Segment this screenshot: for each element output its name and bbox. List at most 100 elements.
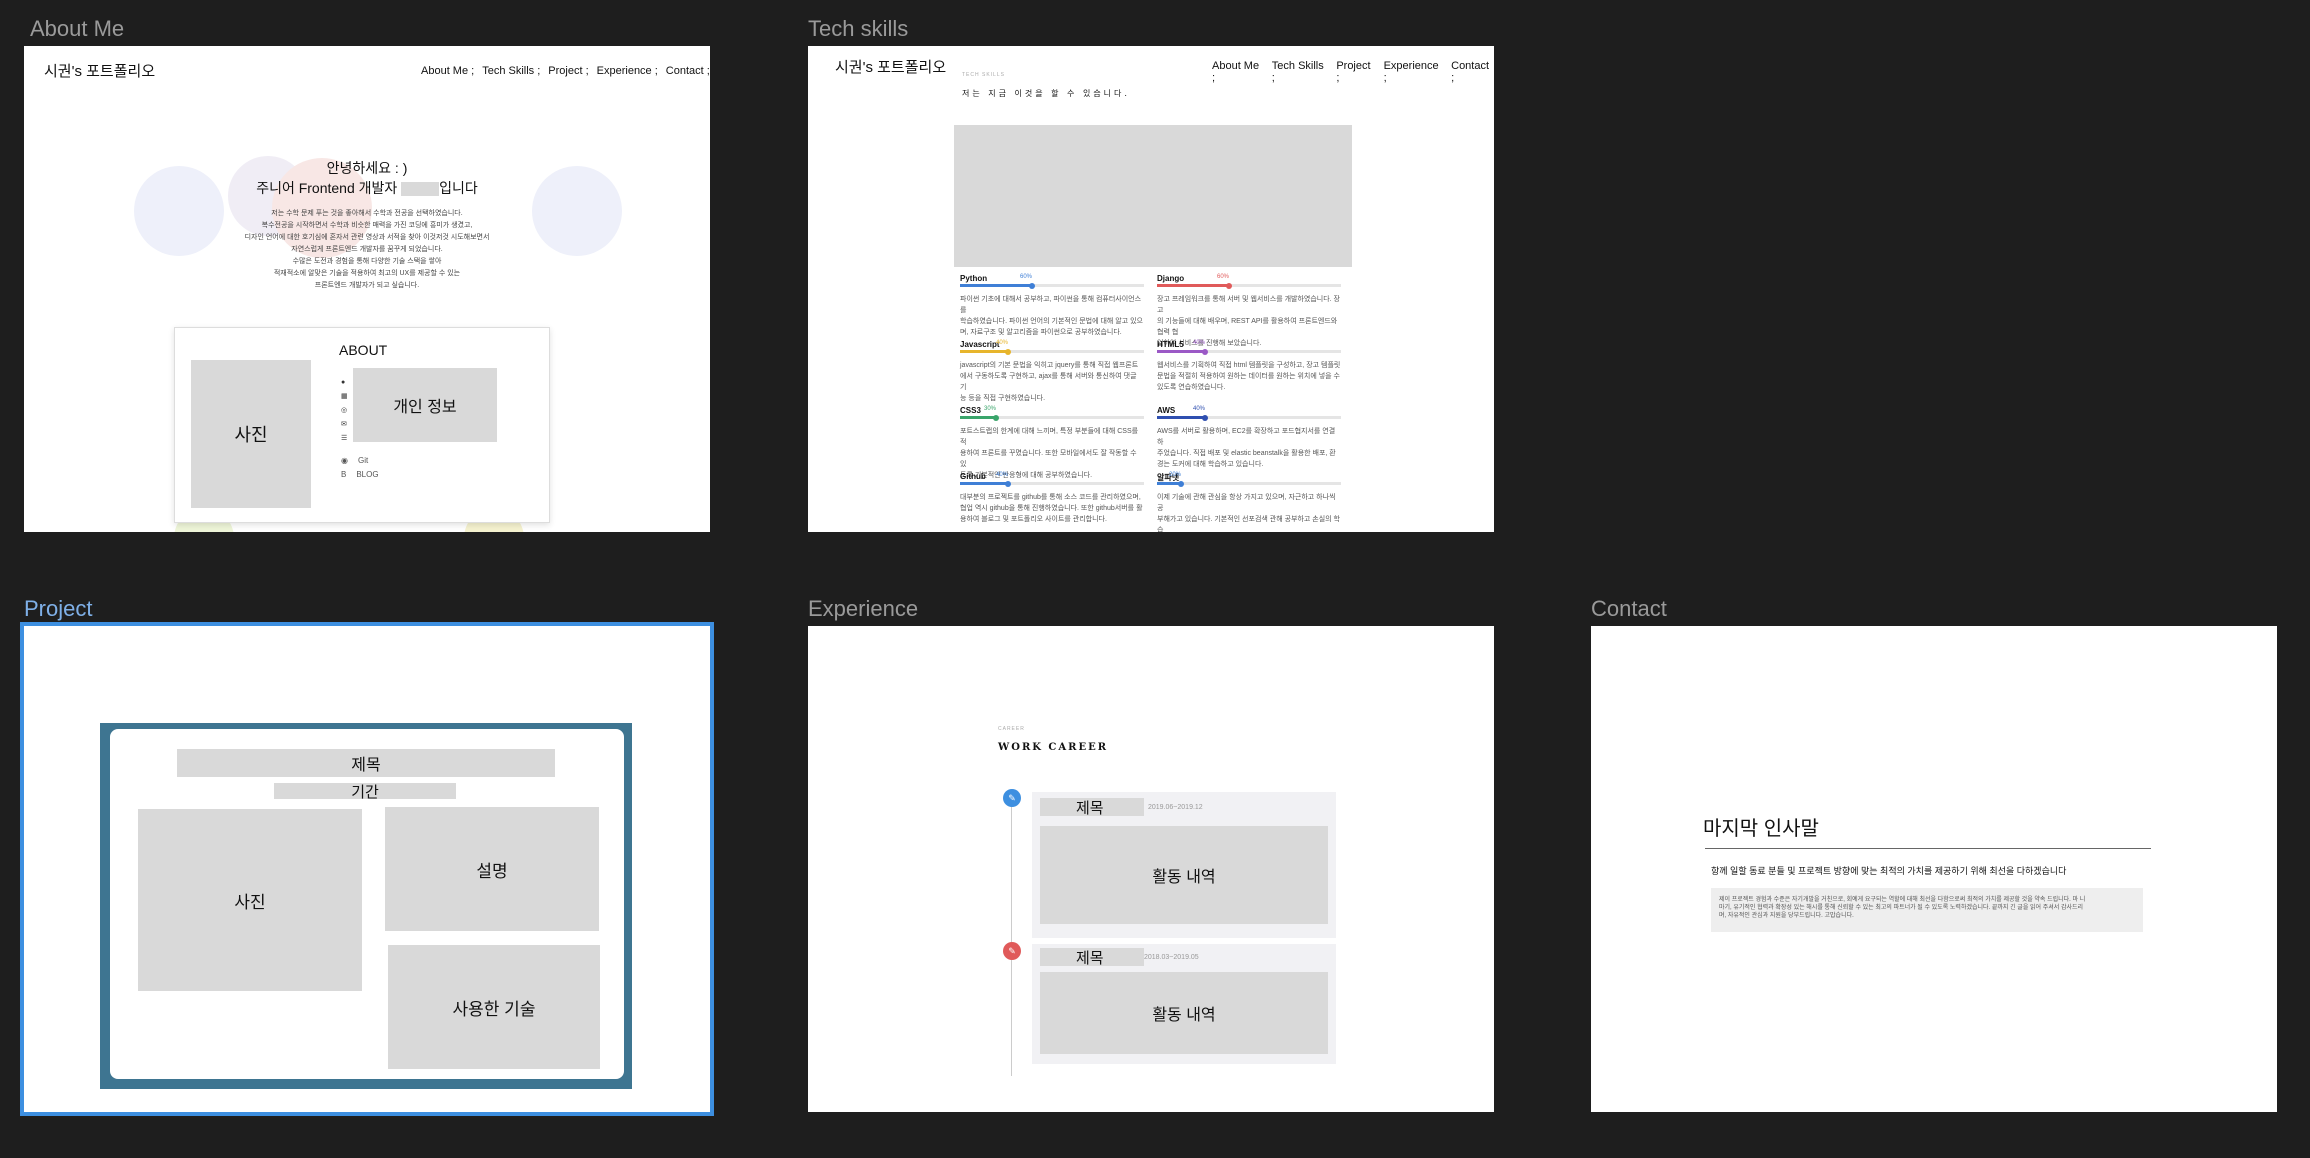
intro-paragraph: 저는 수학 문제 푸는 것을 좋아해서 수학과 전공을 선택하였습니다. 복수전… <box>24 208 710 292</box>
contact-message-box: 제이 프로젝트 경험과 수준은 자기개발을 거친으로, 회예게 요구되는 역할에… <box>1711 888 2143 932</box>
contact-divider <box>1705 848 2151 849</box>
tech-eyebrow: TECH SKILLS <box>962 72 1005 78</box>
frame-label-about[interactable]: About Me <box>30 16 124 42</box>
link-icon: ✎ <box>1003 789 1021 807</box>
skill-name: Django <box>1157 274 1185 283</box>
intro-prefix: 주니어 Frontend 개발자 <box>256 180 398 196</box>
nav-item-about[interactable]: About Me ; <box>1212 60 1264 84</box>
skill-percent: 20% <box>1169 472 1182 478</box>
intro-paragraph-line: 복수전공을 시작하면서 수학과 비슷한 매력을 가진 코딩에 흥미가 생겼고, <box>261 222 473 229</box>
nav-item-project[interactable]: Project ; <box>1336 60 1375 84</box>
skill-description-line: 경는 도커에 대해 학습하고 있습니다. <box>1157 461 1264 468</box>
info-icons: ● ▦ ◎ ✉ ☰ <box>341 376 348 446</box>
nav-item-project[interactable]: Project ; <box>548 65 588 77</box>
intro-paragraph-line: 자연스럽게 프론트엔드 개발자를 꿈꾸게 되었습니다. <box>291 246 443 253</box>
skill-progress-fill <box>960 284 1032 287</box>
experience-heading: WORK CAREER <box>998 742 1109 753</box>
location-icon: ◎ <box>341 407 348 414</box>
skill-description-line: 포트스트랩의 한계에 대해 느끼며, 특정 부분들에 대해 CSS를 적 <box>960 428 1139 446</box>
project-card-border: 제목 기간 사진 설명 사용한 기술 <box>100 723 632 1089</box>
intro-paragraph-line: 적재적소에 알맞은 기술을 적용하여 최고의 UX를 제공할 수 있는 <box>273 270 461 277</box>
skill-description: 이제 기술에 관해 관심을 항상 가지고 있으며, 자근하고 하나씩 공부해가고… <box>1157 492 1341 532</box>
frame-tech-skills[interactable]: 시권's 포트폴리오 About Me ; Tech Skills ; Proj… <box>808 46 1494 532</box>
skill-progress-knob <box>1005 480 1011 487</box>
skill-progress-fill <box>1157 350 1205 353</box>
nav-item-experience[interactable]: Experience ; <box>597 65 658 77</box>
skill-block: Github 40% 대부분의 프로젝트를 github를 통해 소스 코드를 관리… <box>960 472 1144 532</box>
git-link[interactable]: ◉ Git <box>341 456 368 465</box>
skill-description-line: 부해가고 있습니다. 기본적인 선포검색 관해 공부하고 손실의 학습 <box>1157 516 1340 532</box>
skill-description-line: 웹서비스를 기획하여 직접 html 템플릿을 구성하고, 장고 템플릿 <box>1157 362 1341 369</box>
project-title-placeholder: 제목 <box>177 749 555 777</box>
about-card-title: ABOUT <box>339 342 388 358</box>
experience-date: 2019.06~2019.12 <box>1148 804 1203 811</box>
skill-progress-knob <box>1005 348 1011 355</box>
intro-line: 주니어 Frontend 개발자 입니다 <box>24 178 710 198</box>
git-link-label: Git <box>357 456 369 465</box>
skill-block: CSS3 30% 포트스트랩의 한계에 대해 느끼며, 특정 부분들에 대해 CSS… <box>960 406 1144 479</box>
skill-description: 파이썬 기초에 대해서 공부하고, 파이썬을 통해 컴퓨터사이언스를학습하였습니… <box>960 294 1144 338</box>
skill-progress-bar <box>960 348 1144 355</box>
skill-name: Javascript <box>960 340 1000 349</box>
skill-progress-fill <box>1157 416 1205 419</box>
skill-percent: 40% <box>996 472 1009 478</box>
skill-percent: 60% <box>1020 274 1033 280</box>
skill-description-line: 주었습니다. 직접 배포 및 elastic beanstalk을 활용한 배포… <box>1157 450 1336 457</box>
project-period-placeholder: 기간 <box>274 783 456 801</box>
frame-label-tech[interactable]: Tech skills <box>808 16 908 42</box>
tech-banner-placeholder <box>954 125 1352 267</box>
activity-placeholder: 활동 내역 <box>1040 972 1328 1054</box>
skill-progress-knob <box>1202 348 1208 355</box>
nav-item-tech[interactable]: Tech Skills ; <box>482 65 540 77</box>
project-photo-placeholder: 사진 <box>138 809 362 991</box>
project-card: 제목 기간 사진 설명 사용한 기술 <box>110 729 624 1079</box>
experience-eyebrow: CAREER <box>998 726 1025 732</box>
nav-item-contact[interactable]: Contact ; <box>1451 60 1494 84</box>
experience-date: 2018.03~2019.05 <box>1144 954 1199 961</box>
skill-progress-knob <box>993 414 999 421</box>
skill-progress-bar <box>1157 348 1341 355</box>
contact-heading: 마지막 인사말 <box>1703 818 1819 840</box>
skill-description-line: 용하여 프론트를 꾸몄습니다. 또한 모바일에서도 잘 작동할 수 있 <box>960 450 1137 468</box>
nav-item-about[interactable]: About Me ; <box>421 65 474 77</box>
skill-description-line: 에서 구동하도록 구현하고, ajax를 통해 서버와 통신하여 댓글 기 <box>960 373 1137 391</box>
nav-item-contact[interactable]: Contact ; <box>666 65 710 77</box>
skill-progress-fill <box>960 350 1008 353</box>
skill-description-line: 학습하였습니다. 파이썬 언어의 기본적인 문법에 대해 알고 있으 <box>960 318 1143 325</box>
skill-progress-fill <box>960 416 996 419</box>
frame-label-experience[interactable]: Experience <box>808 596 918 622</box>
intro-suffix: 입니다 <box>439 180 478 196</box>
skill-name: Python <box>960 274 988 283</box>
blog-link[interactable]: B BLOG <box>341 470 379 479</box>
site-logo[interactable]: 시권's 포트폴리오 <box>835 56 946 77</box>
about-card: 사진 ABOUT ● ▦ ◎ ✉ ☰ 개인 정보 ◉ Git B BLOG <box>174 327 550 523</box>
frame-label-contact[interactable]: Contact <box>1591 596 1667 622</box>
site-logo[interactable]: 시권's 포트폴리오 <box>44 60 155 81</box>
timeline-line <box>1011 796 1012 1076</box>
skill-progress-knob <box>1202 414 1208 421</box>
skill-progress-fill <box>960 482 1008 485</box>
frame-experience[interactable]: CAREER WORK CAREER ✎ 제목 2019.06~2019.12 … <box>808 626 1494 1112</box>
frame-project[interactable]: 제목 기간 사진 설명 사용한 기술 <box>20 622 714 1116</box>
tech-heading: 저는 지금 이것을 할 수 있습니다. <box>962 89 1130 98</box>
skill-name: AWS <box>1157 406 1176 415</box>
project-description-placeholder: 설명 <box>385 807 599 931</box>
photo-placeholder: 사진 <box>191 360 311 508</box>
experience-card: 제목 2019.06~2019.12 활동 내역 <box>1032 792 1336 938</box>
skill-progress-bar <box>1157 480 1341 487</box>
nav-item-tech[interactable]: Tech Skills ; <box>1272 60 1329 84</box>
frame-label-project[interactable]: Project <box>24 596 92 622</box>
skill-description-line: 이제 기술에 관해 관심을 항상 가지고 있으며, 자근하고 하나씩 공 <box>1157 494 1336 512</box>
skill-description-line: 협업 역시 github을 통해 진행하였습니다. 또한 github서버를 활 <box>960 505 1143 512</box>
frame-about-me[interactable]: 시권's 포트폴리오 About Me ; Tech Skills ; Proj… <box>24 46 710 532</box>
skill-progress-knob <box>1029 282 1035 289</box>
skill-description-line: 며, 자료구조 및 알고리즘을 파이썬으로 공부하였습니다. <box>960 329 1122 336</box>
frame-contact[interactable]: 마지막 인사말 항께 일할 동료 분들 및 프로젝트 방향에 맞는 최적의 가치… <box>1591 626 2277 1112</box>
person-icon: ● <box>341 379 346 386</box>
skill-description: javascript의 기본 문법을 익히고 jquery를 통해 직접 웹프론… <box>960 360 1144 404</box>
skill-name: HTML5 <box>1157 340 1184 349</box>
skill-progress-knob <box>1226 282 1232 289</box>
skill-progress-bar <box>960 414 1144 421</box>
skill-description-line: 파이썬 기초에 대해서 공부하고, 파이썬을 통해 컴퓨터사이언스를 <box>960 296 1142 314</box>
nav-item-experience[interactable]: Experience ; <box>1384 60 1444 84</box>
